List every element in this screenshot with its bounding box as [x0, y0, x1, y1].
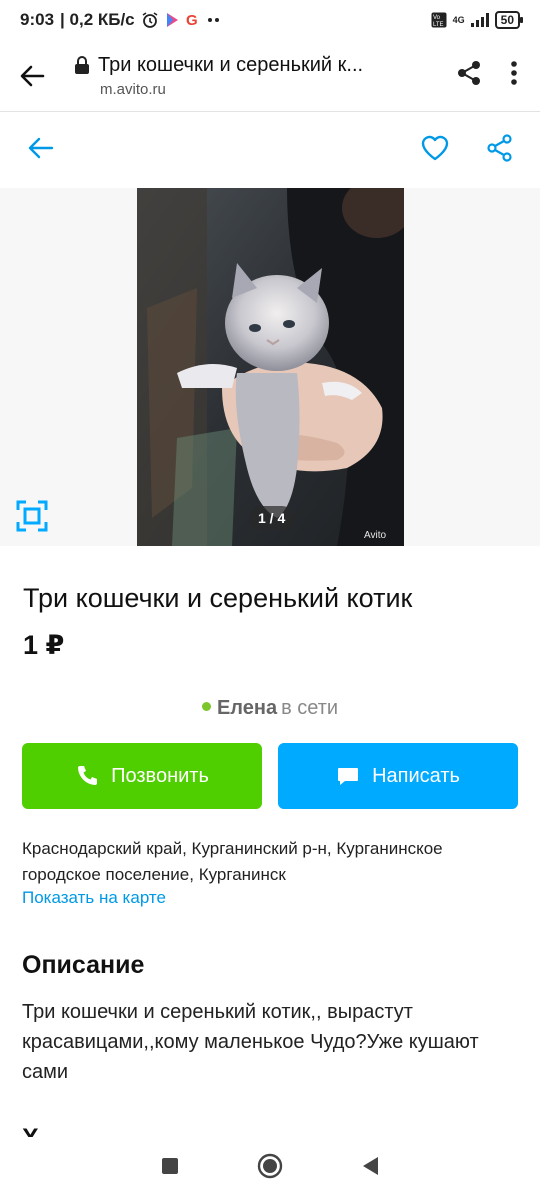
circle-icon	[257, 1153, 283, 1179]
online-status-dot	[201, 702, 211, 712]
svg-text:Vo: Vo	[433, 15, 441, 21]
message-button[interactable]: Написать	[278, 743, 518, 809]
more-dots-icon	[207, 17, 221, 23]
recent-apps-button[interactable]	[161, 1157, 179, 1180]
status-speed: | 0,2 КБ/с	[60, 10, 135, 29]
browser-back-button[interactable]	[0, 63, 64, 89]
play-store-icon	[165, 12, 179, 28]
alarm-icon	[141, 11, 159, 29]
browser-url[interactable]: m.avito.ru	[74, 81, 456, 98]
svg-text:LTE: LTE	[433, 22, 444, 28]
lock-icon	[75, 56, 89, 74]
signal-icon	[470, 13, 489, 27]
network-type: 4G	[452, 15, 465, 25]
system-nav-bar	[0, 1137, 540, 1200]
square-icon	[162, 1158, 178, 1174]
seller-name[interactable]: Елена	[217, 697, 277, 719]
call-button-label: Позвонить	[111, 764, 209, 787]
status-bar: 9:03 | 0,2 КБ/с G Vo LTE 4G 50	[0, 0, 540, 40]
share-icon	[458, 61, 480, 85]
next-section-heading: Х	[22, 1124, 39, 1138]
seller-online-status: в сети	[281, 697, 339, 719]
arrow-left-icon	[20, 65, 45, 86]
message-button-label: Написать	[372, 764, 460, 787]
browser-page-title: Три кошечки и серенький к...	[98, 53, 364, 76]
google-icon: G	[185, 12, 201, 28]
volte-icon: Vo LTE	[431, 12, 447, 28]
description-text: Три кошечки и серенький котик,, вырастут…	[22, 1001, 479, 1083]
heart-icon	[421, 135, 449, 161]
favorite-button[interactable]	[420, 134, 450, 167]
battery-indicator: 50	[494, 11, 524, 29]
listing-address: Краснодарский край, Курганинский р-н, Ку…	[22, 839, 443, 884]
seller-info[interactable]: Елена в сети	[0, 697, 540, 720]
browser-menu-button[interactable]	[510, 60, 518, 91]
listing-price: 1 ₽	[23, 630, 65, 660]
browser-share-button[interactable]	[456, 60, 482, 91]
app-header	[0, 113, 540, 188]
app-back-button[interactable]	[28, 136, 54, 165]
phone-icon	[78, 766, 98, 785]
photo-gallery[interactable]: 1 / 4 Avito	[0, 188, 540, 546]
triangle-back-icon	[363, 1157, 378, 1175]
arrow-left-icon	[28, 137, 54, 159]
share-listing-button[interactable]	[486, 134, 514, 167]
browser-toolbar: Три кошечки и серенький к... m.avito.ru	[0, 40, 540, 112]
status-time: 9:03	[20, 10, 55, 29]
share-icon	[487, 134, 512, 162]
listing-photo[interactable]	[137, 188, 404, 546]
svg-text:G: G	[186, 12, 198, 28]
chat-bubble-icon	[338, 768, 359, 785]
fullscreen-button[interactable]	[12, 496, 52, 536]
description-heading: Описание	[22, 951, 145, 979]
listing-title: Три кошечки и серенький котик	[23, 583, 413, 613]
system-back-button[interactable]	[361, 1156, 379, 1181]
call-button[interactable]: Позвонить	[22, 743, 262, 809]
photo-watermark: Avito	[364, 530, 387, 541]
home-button[interactable]	[257, 1153, 283, 1184]
show-on-map-link[interactable]: Показать на карте	[22, 888, 166, 908]
fullscreen-icon	[16, 500, 48, 532]
photo-counter: 1 / 4	[249, 506, 295, 530]
more-vertical-icon	[511, 61, 517, 85]
kitten-photo-image	[137, 188, 404, 546]
